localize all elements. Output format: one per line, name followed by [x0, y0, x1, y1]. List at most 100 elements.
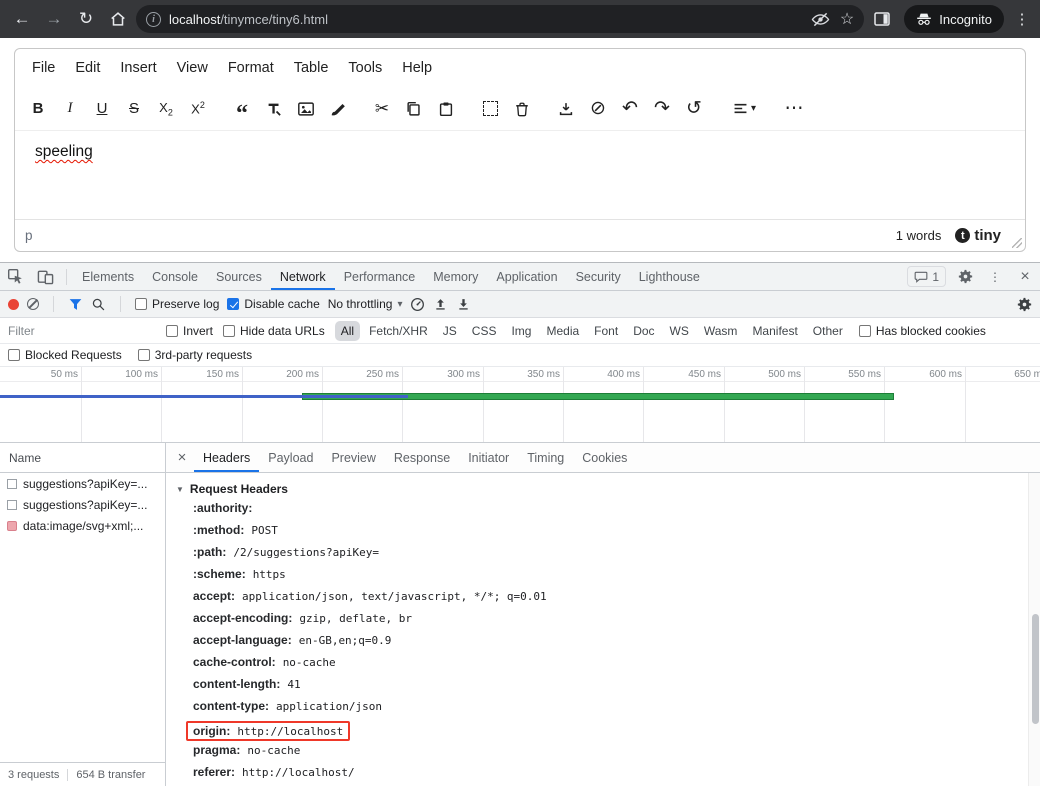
menu-edit[interactable]: Edit	[66, 55, 109, 81]
pill-all[interactable]: All	[335, 321, 360, 341]
redo-button[interactable]: ↷	[647, 94, 677, 124]
editor-content[interactable]: speeling	[15, 131, 1025, 219]
issues-button[interactable]: 1	[907, 266, 946, 287]
requests-name-header[interactable]: Name	[0, 443, 165, 473]
blocked-requests-checkbox[interactable]: Blocked Requests	[8, 348, 122, 362]
details-scrollbar[interactable]	[1028, 473, 1040, 786]
tab-lighthouse[interactable]: Lighthouse	[630, 263, 709, 290]
element-path[interactable]: p	[25, 228, 896, 243]
pill-css[interactable]: CSS	[466, 321, 503, 341]
close-details-button[interactable]: ×	[170, 443, 194, 472]
menu-table[interactable]: Table	[285, 55, 338, 81]
paste-button[interactable]	[431, 94, 461, 124]
menu-tools[interactable]: Tools	[339, 55, 391, 81]
undo-button[interactable]: ↶	[615, 94, 645, 124]
word-count[interactable]: 1 words	[896, 228, 942, 243]
network-search-button[interactable]	[91, 296, 106, 311]
tab-console[interactable]: Console	[143, 263, 207, 290]
tab-cookies[interactable]: Cookies	[573, 443, 636, 472]
import-har-button[interactable]	[433, 296, 448, 311]
menu-format[interactable]: Format	[219, 55, 283, 81]
devtools-menu-button[interactable]: ⋮	[980, 263, 1010, 290]
tab-timing[interactable]: Timing	[518, 443, 573, 472]
bold-button[interactable]: B	[23, 94, 53, 124]
pill-doc[interactable]: Doc	[627, 321, 660, 341]
preserve-log-checkbox[interactable]: Preserve log	[135, 297, 219, 311]
pill-other[interactable]: Other	[807, 321, 849, 341]
cut-button[interactable]: ✂	[367, 94, 397, 124]
pill-js[interactable]: JS	[437, 321, 463, 341]
cancel-button[interactable]: ⊘	[583, 94, 613, 124]
request-row[interactable]: data:image/svg+xml;...	[0, 515, 165, 536]
side-panel-icon[interactable]	[868, 5, 896, 33]
network-conditions-button[interactable]	[410, 296, 425, 311]
browser-menu-icon[interactable]: ⋮	[1012, 10, 1032, 28]
menu-help[interactable]: Help	[393, 55, 441, 81]
has-blocked-cookies-checkbox[interactable]: Has blocked cookies	[859, 324, 986, 338]
invert-checkbox[interactable]: Invert	[166, 324, 213, 338]
tab-performance[interactable]: Performance	[335, 263, 425, 290]
eye-blocked-icon[interactable]	[811, 11, 830, 28]
clear-button[interactable]	[27, 298, 39, 310]
request-headers-section[interactable]: ▼ Request Headers	[176, 482, 1016, 496]
underline-button[interactable]: U	[87, 94, 117, 124]
network-settings-button[interactable]	[1017, 296, 1032, 311]
tab-preview[interactable]: Preview	[322, 443, 384, 472]
tab-headers[interactable]: Headers	[194, 443, 259, 472]
align-button[interactable]: ▾	[723, 94, 765, 124]
bookmark-star-icon[interactable]: ☆	[840, 9, 854, 29]
filter-toggle-button[interactable]	[68, 296, 83, 311]
export-har-button[interactable]	[456, 296, 471, 311]
pill-manifest[interactable]: Manifest	[746, 321, 803, 341]
more-toolbar-button[interactable]: ⋯	[779, 94, 809, 124]
scrollbar-thumb[interactable]	[1032, 614, 1039, 724]
tiny-logo[interactable]: ttiny	[955, 227, 1001, 244]
tab-payload[interactable]: Payload	[259, 443, 322, 472]
pill-wasm[interactable]: Wasm	[698, 321, 744, 341]
refresh-button[interactable]: ↻	[72, 5, 100, 33]
home-button[interactable]	[104, 5, 132, 33]
tab-response[interactable]: Response	[385, 443, 459, 472]
misspelled-word[interactable]: speeling	[35, 143, 93, 160]
delete-button[interactable]	[507, 94, 537, 124]
tab-security[interactable]: Security	[567, 263, 630, 290]
device-toolbar-button[interactable]	[30, 263, 60, 290]
tab-application[interactable]: Application	[487, 263, 566, 290]
back-button[interactable]: ←	[8, 5, 36, 33]
disable-cache-checkbox[interactable]: Disable cache	[227, 297, 319, 311]
superscript-button[interactable]: X2	[183, 94, 213, 124]
insert-image-button[interactable]	[291, 94, 321, 124]
menu-view[interactable]: View	[168, 55, 217, 81]
request-row[interactable]: suggestions?apiKey=...	[0, 494, 165, 515]
tab-sources[interactable]: Sources	[207, 263, 271, 290]
select-all-button[interactable]	[475, 94, 505, 124]
menu-insert[interactable]: Insert	[111, 55, 165, 81]
permanent-pen-button[interactable]	[323, 94, 353, 124]
copy-button[interactable]	[399, 94, 429, 124]
resize-grip[interactable]	[1012, 238, 1022, 248]
tab-network[interactable]: Network	[271, 263, 335, 290]
restore-draft-button[interactable]: ↺	[679, 94, 709, 124]
tab-initiator[interactable]: Initiator	[459, 443, 518, 472]
devtools-settings-button[interactable]	[950, 263, 980, 290]
request-row[interactable]: suggestions?apiKey=...	[0, 473, 165, 494]
third-party-requests-checkbox[interactable]: 3rd-party requests	[138, 348, 252, 362]
pill-ws[interactable]: WS	[664, 321, 695, 341]
blockquote-button[interactable]: “	[227, 94, 257, 124]
site-info-icon[interactable]: i	[146, 12, 161, 27]
subscript-button[interactable]: X2	[151, 94, 181, 124]
tab-memory[interactable]: Memory	[424, 263, 487, 290]
filter-input[interactable]	[8, 324, 156, 338]
pill-font[interactable]: Font	[588, 321, 624, 341]
network-timeline-overview[interactable]: 50 ms 100 ms 150 ms 200 ms 250 ms 300 ms…	[0, 367, 1040, 443]
tab-elements[interactable]: Elements	[73, 263, 143, 290]
format-painter-button[interactable]	[259, 94, 289, 124]
devtools-close-button[interactable]: ×	[1010, 263, 1040, 290]
record-button[interactable]	[8, 299, 19, 310]
address-bar[interactable]: i localhost/tinymce/tiny6.html ☆	[136, 5, 864, 33]
hide-data-urls-checkbox[interactable]: Hide data URLs	[223, 324, 325, 338]
pill-img[interactable]: Img	[505, 321, 537, 341]
strikethrough-button[interactable]: S	[119, 94, 149, 124]
italic-button[interactable]: I	[55, 94, 85, 124]
pill-fetch-xhr[interactable]: Fetch/XHR	[363, 321, 434, 341]
